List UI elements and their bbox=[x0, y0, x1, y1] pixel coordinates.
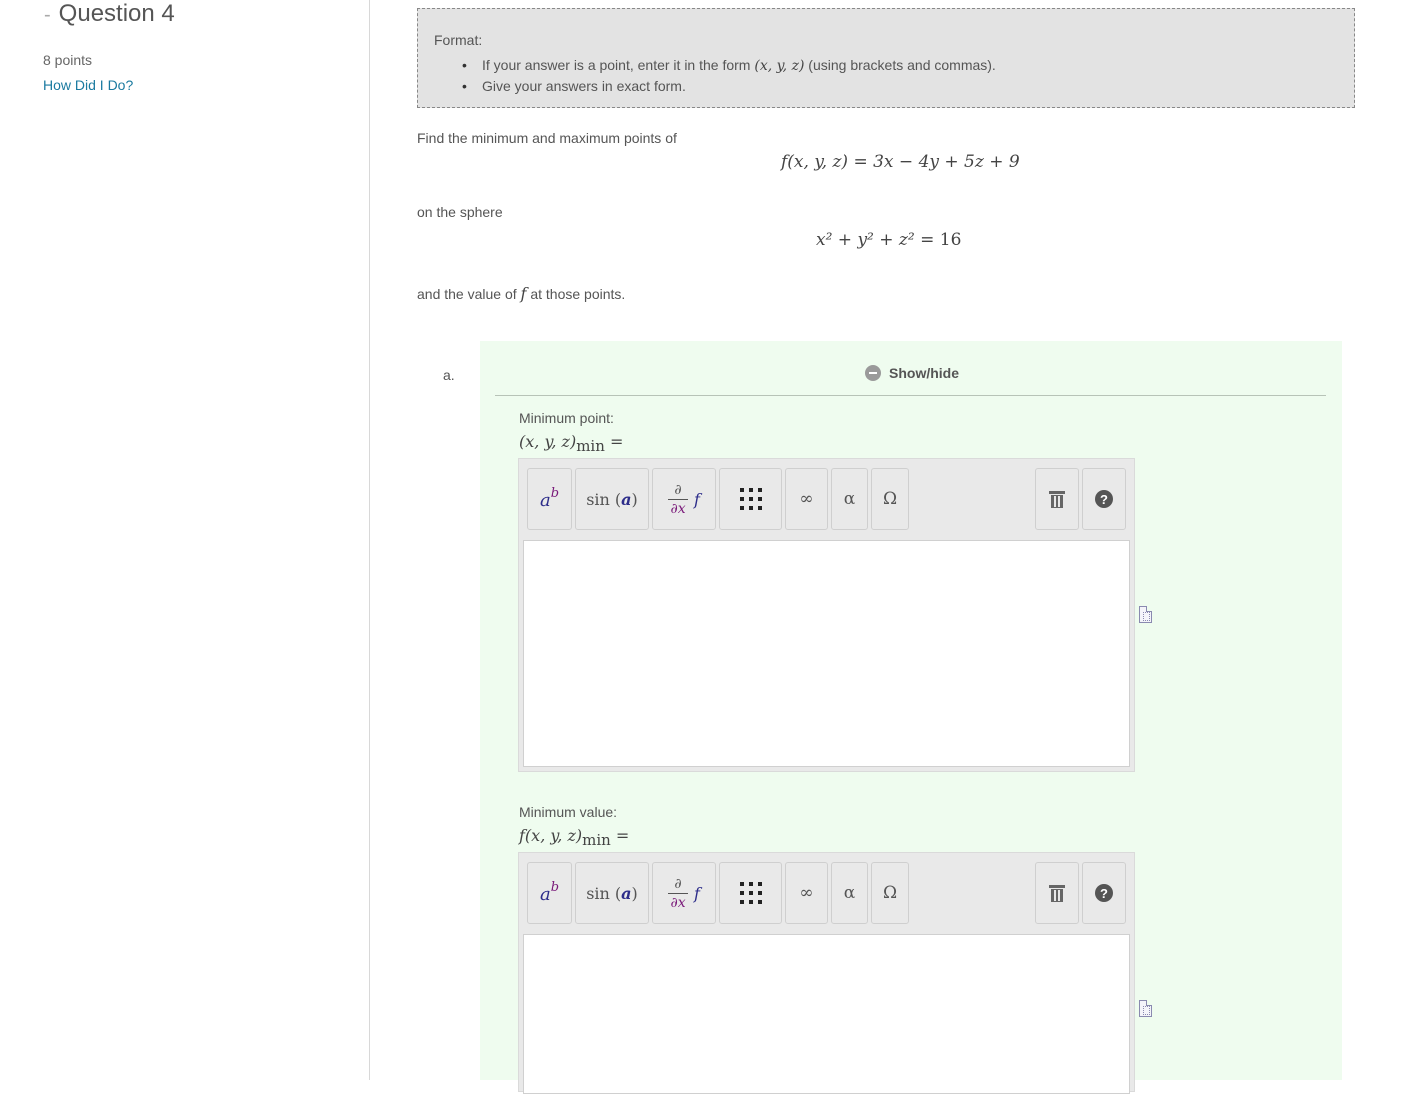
matrix-grid-icon bbox=[739, 488, 762, 510]
min-value-editor: ab sin (a) ∂ ∂x f ∞ α Ω ? bbox=[518, 852, 1135, 1094]
min-point-expression: (x, y, z)min = bbox=[519, 432, 623, 455]
omega-symbol: Ω bbox=[882, 489, 898, 509]
matrix-grid-icon bbox=[739, 882, 762, 904]
sin-function-button[interactable]: sin (a) bbox=[575, 468, 649, 530]
min-value-equals: = bbox=[615, 826, 630, 845]
sphere-equation-rhs: = 16 bbox=[920, 230, 962, 250]
format-box: Format: If your answer is a point, enter… bbox=[417, 8, 1355, 108]
superscript-base: a bbox=[539, 883, 551, 905]
special-symbols-button[interactable]: Ω bbox=[871, 862, 909, 924]
document-icon[interactable] bbox=[1139, 606, 1152, 623]
deriv-top: ∂ bbox=[674, 481, 682, 498]
min-point-math: (x, y, z) bbox=[519, 432, 577, 451]
sin-function-button[interactable]: sin (a) bbox=[575, 862, 649, 924]
sin-label: sin bbox=[586, 489, 610, 509]
derivative-button[interactable]: ∂ ∂x f bbox=[652, 468, 716, 530]
show-hide-label: Show/hide bbox=[889, 365, 959, 381]
trash-icon bbox=[1049, 884, 1065, 902]
format-item-exact: Give your answers in exact form. bbox=[462, 76, 996, 97]
problem-line-1: Find the minimum and maximum points of bbox=[417, 130, 677, 146]
sphere-equation: x² + y² + z² = 16 bbox=[816, 230, 961, 250]
greek-alpha-button[interactable]: α bbox=[831, 468, 868, 530]
clear-button[interactable] bbox=[1035, 468, 1079, 530]
superscript-button[interactable]: ab bbox=[527, 468, 572, 530]
min-point-subscript: min bbox=[576, 437, 605, 456]
greek-alpha-button[interactable]: α bbox=[831, 862, 868, 924]
infinity-button[interactable]: ∞ bbox=[785, 862, 828, 924]
alpha-symbol: α bbox=[843, 489, 856, 509]
min-value-subscript: min bbox=[582, 831, 611, 850]
problem-line-3-post: at those points. bbox=[530, 286, 626, 302]
trash-icon bbox=[1049, 490, 1065, 508]
help-button[interactable]: ? bbox=[1082, 468, 1126, 530]
deriv-f: f bbox=[694, 489, 700, 509]
problem-line-3-pre: and the value of bbox=[417, 286, 517, 302]
matrix-button[interactable] bbox=[719, 468, 782, 530]
editor-toolbar: ab sin (a) ∂ ∂x f ∞ α Ω ? bbox=[519, 459, 1134, 539]
sin-arg: a bbox=[621, 883, 632, 903]
deriv-bottom: ∂x bbox=[670, 894, 686, 911]
question-title[interactable]: - Question 4 bbox=[44, 0, 175, 29]
function-equation: f(x, y, z) = 3x − 4y + 5z + 9 bbox=[781, 152, 1020, 172]
minus-circle-icon bbox=[865, 365, 881, 381]
help-icon: ? bbox=[1095, 490, 1113, 508]
document-icon[interactable] bbox=[1139, 1000, 1152, 1017]
infinity-button[interactable]: ∞ bbox=[785, 468, 828, 530]
min-point-label: Minimum point: bbox=[519, 410, 614, 426]
format-item-text: (using brackets and commas). bbox=[808, 57, 996, 73]
question-title-text: Question 4 bbox=[58, 0, 175, 27]
format-label: Format: bbox=[434, 32, 483, 48]
help-icon: ? bbox=[1095, 884, 1113, 902]
clear-button[interactable] bbox=[1035, 862, 1079, 924]
how-did-i-do-link[interactable]: How Did I Do? bbox=[43, 77, 133, 93]
omega-symbol: Ω bbox=[882, 883, 898, 903]
min-value-math: f(x, y, z) bbox=[519, 826, 583, 845]
deriv-bottom: ∂x bbox=[670, 500, 686, 517]
points-label: 8 points bbox=[43, 52, 93, 68]
format-item-text: If your answer is a point, enter it in t… bbox=[482, 57, 751, 73]
problem-line-3: and the value of f at those points. bbox=[417, 284, 625, 303]
editor-toolbar: ab sin (a) ∂ ∂x f ∞ α Ω ? bbox=[519, 853, 1134, 933]
min-point-input[interactable] bbox=[523, 540, 1130, 767]
format-item-point: If your answer is a point, enter it in t… bbox=[462, 55, 996, 76]
min-point-editor: ab sin (a) ∂ ∂x f ∞ α Ω ? bbox=[518, 458, 1135, 772]
format-list: If your answer is a point, enter it in t… bbox=[462, 55, 996, 97]
divider bbox=[495, 395, 1326, 396]
part-a-label: a. bbox=[443, 367, 455, 383]
format-item-math: (x, y, z) bbox=[754, 58, 805, 74]
help-button[interactable]: ? bbox=[1082, 862, 1126, 924]
min-value-input[interactable] bbox=[523, 934, 1130, 1094]
sidebar: - Question 4 8 points How Did I Do? bbox=[0, 0, 370, 1080]
superscript-exp: b bbox=[550, 879, 560, 895]
min-value-expression: f(x, y, z)min = bbox=[519, 826, 629, 849]
sin-arg: a bbox=[621, 489, 632, 509]
infinity-symbol: ∞ bbox=[799, 883, 814, 903]
sphere-equation-lhs: x² + y² + z² bbox=[816, 230, 915, 250]
part-a-panel: Show/hide Minimum point: (x, y, z)min = … bbox=[480, 341, 1342, 1094]
min-value-label: Minimum value: bbox=[519, 804, 618, 820]
superscript-button[interactable]: ab bbox=[527, 862, 572, 924]
infinity-symbol: ∞ bbox=[799, 489, 814, 509]
matrix-button[interactable] bbox=[719, 862, 782, 924]
problem-line-2: on the sphere bbox=[417, 204, 503, 220]
derivative-button[interactable]: ∂ ∂x f bbox=[652, 862, 716, 924]
alpha-symbol: α bbox=[843, 883, 856, 903]
min-point-equals: = bbox=[609, 432, 624, 451]
special-symbols-button[interactable]: Ω bbox=[871, 468, 909, 530]
superscript-base: a bbox=[539, 489, 551, 511]
problem-line-3-var: f bbox=[520, 284, 527, 303]
deriv-top: ∂ bbox=[674, 875, 682, 892]
collapse-dash[interactable]: - bbox=[44, 4, 51, 26]
show-hide-toggle[interactable]: Show/hide bbox=[865, 365, 959, 381]
superscript-exp: b bbox=[550, 485, 560, 501]
deriv-f: f bbox=[694, 883, 700, 903]
sin-label: sin bbox=[586, 883, 610, 903]
